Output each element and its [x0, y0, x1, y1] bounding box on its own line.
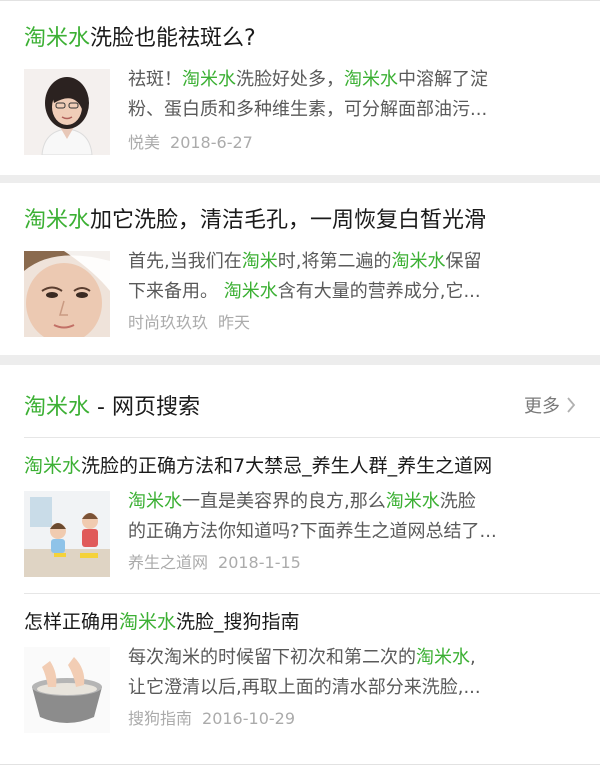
snippet-part: 首先,当我们在	[128, 251, 242, 272]
publish-date: 2018-6-27	[170, 133, 253, 152]
face-care-icon[interactable]	[24, 251, 110, 337]
result-snippet: 每次淘米的时候留下初次和第二次的淘米水, 让它澄清以后,再取上面的清水部分来洗脸…	[128, 643, 576, 703]
article-card-2[interactable]: 淘米水加它洗脸，清洁毛孔，一周恢复白皙光滑 首先,当我们在淘米时,将第二遍的淘米…	[0, 183, 600, 355]
snippet-keyword: 淘米水	[344, 69, 398, 90]
snippet-part: 含有大量的营养成分,它...	[277, 281, 481, 302]
snippet-part: ,	[470, 647, 476, 668]
article-snippet: 首先,当我们在淘米时,将第二遍的淘米水保留 下来备用。 淘米水含有大量的营养成分…	[128, 247, 576, 307]
snippet-line-2: 粉、蛋白质和多种维生素，可分解面部油污...	[128, 99, 488, 120]
divider	[24, 593, 600, 594]
more-button[interactable]: 更多	[524, 392, 576, 418]
title-keyword: 淘米水	[24, 208, 91, 233]
web-search-card: 淘米水 - 网页搜索 更多 淘米水洗脸的正确方法和7大禁忌_养生人群_养生之道网	[0, 365, 600, 765]
title-keyword: 淘米水	[119, 611, 177, 633]
snippet-part: 每次淘米的时候留下初次和第二次的	[128, 647, 416, 668]
snippet-keyword: 淘米水	[182, 69, 236, 90]
snippet-keyword: 淘米水	[416, 647, 470, 668]
source-name: 悦美	[128, 133, 161, 152]
result-meta: 养生之道网 2018-1-15	[128, 551, 301, 575]
snippet-part: 祛斑！	[128, 69, 182, 90]
title-text: 洗脸的正确方法和7大禁忌_养生人群_养生之道网	[81, 455, 493, 477]
title-keyword: 淘米水	[24, 26, 91, 51]
article-meta: 悦美 2018-6-27	[128, 131, 253, 155]
article-meta: 时尚玖玖玖 昨天	[128, 311, 250, 335]
source-name: 养生之道网	[128, 553, 209, 572]
snippet-part: 保留	[445, 251, 482, 272]
result-title[interactable]: 淘米水洗脸的正确方法和7大禁忌_养生人群_养生之道网	[24, 451, 580, 481]
title-keyword: 淘米水	[24, 455, 82, 477]
section-title: 淘米水 - 网页搜索	[24, 389, 200, 421]
publish-date: 2018-1-15	[218, 553, 301, 572]
title-text: 怎样正确用	[24, 611, 120, 633]
snippet-line-1: 首先,当我们在淘米时,将第二遍的淘米水保留	[128, 247, 576, 277]
snippet-part: 中溶解了淀	[398, 69, 488, 90]
snippet-keyword: 淘米水	[391, 251, 446, 272]
snippet-keyword: 淘米	[241, 251, 278, 272]
snippet-keyword: 淘米水	[385, 491, 440, 512]
chevron-right-icon	[567, 397, 576, 413]
snippet-part: 洗脸	[439, 491, 476, 512]
result-meta: 搜狗指南 2016-10-29	[128, 707, 295, 731]
snippet-line-2: 下来备用。 淘米水含有大量的营养成分,它...	[128, 277, 576, 307]
title-text: 加它洗脸，清洁毛孔，一周恢复白皙光滑	[90, 208, 487, 233]
publish-date: 2016-10-29	[202, 709, 295, 728]
woman-portrait-icon[interactable]	[24, 69, 110, 155]
title-text: 洗脸也能祛斑么?	[90, 26, 256, 51]
article-snippet: 祛斑！淘米水洗脸好处多，淘米水中溶解了淀 粉、蛋白质和多种维生素，可分解面部油污…	[128, 65, 576, 125]
snippet-part: 一直是美容界的良方,那么	[182, 491, 386, 512]
snippet-line-1: 每次淘米的时候留下初次和第二次的淘米水,	[128, 643, 576, 673]
snippet-line-2: 的正确方法你知道吗?下面养生之道网总结了...	[128, 521, 497, 542]
title-text: 洗脸_搜狗指南	[176, 611, 300, 633]
snippet-line-2: 让它澄清以后,再取上面的清水部分来洗脸,...	[128, 677, 481, 698]
result-title[interactable]: 怎样正确用淘米水洗脸_搜狗指南	[24, 607, 580, 637]
snippet-keyword: 淘米水	[128, 491, 182, 512]
publish-date: 昨天	[218, 313, 251, 332]
more-label: 更多	[524, 396, 560, 417]
section-keyword: 淘米水	[24, 395, 91, 420]
snippet-line-1: 祛斑！淘米水洗脸好处多，淘米水中溶解了淀	[128, 65, 576, 95]
rice-washing-icon[interactable]	[24, 647, 110, 733]
snippet-line-1: 淘米水一直是美容界的良方,那么淘米水洗脸	[128, 487, 576, 517]
source-name: 时尚玖玖玖	[128, 313, 209, 332]
article-title[interactable]: 淘米水加它洗脸，清洁毛孔，一周恢复白皙光滑	[24, 203, 576, 239]
article-title[interactable]: 淘米水洗脸也能祛斑么?	[24, 21, 576, 57]
snippet-part: 下来备用。	[128, 281, 224, 302]
article-card-1[interactable]: 淘米水洗脸也能祛斑么? 祛斑！淘米水洗脸好处多，淘米水中溶解了淀 粉、蛋白质和多…	[0, 0, 600, 175]
divider	[24, 437, 600, 438]
source-name: 搜狗指南	[128, 709, 193, 728]
snippet-keyword: 淘米水	[223, 281, 278, 302]
snippet-part: 洗脸好处多，	[236, 69, 344, 90]
kids-cleaning-icon[interactable]	[24, 491, 110, 577]
web-search-header: 淘米水 - 网页搜索 更多	[24, 387, 576, 423]
section-label: - 网页搜索	[90, 395, 200, 420]
result-snippet: 淘米水一直是美容界的良方,那么淘米水洗脸 的正确方法你知道吗?下面养生之道网总结…	[128, 487, 576, 547]
snippet-part: 时,将第二遍的	[277, 251, 392, 272]
